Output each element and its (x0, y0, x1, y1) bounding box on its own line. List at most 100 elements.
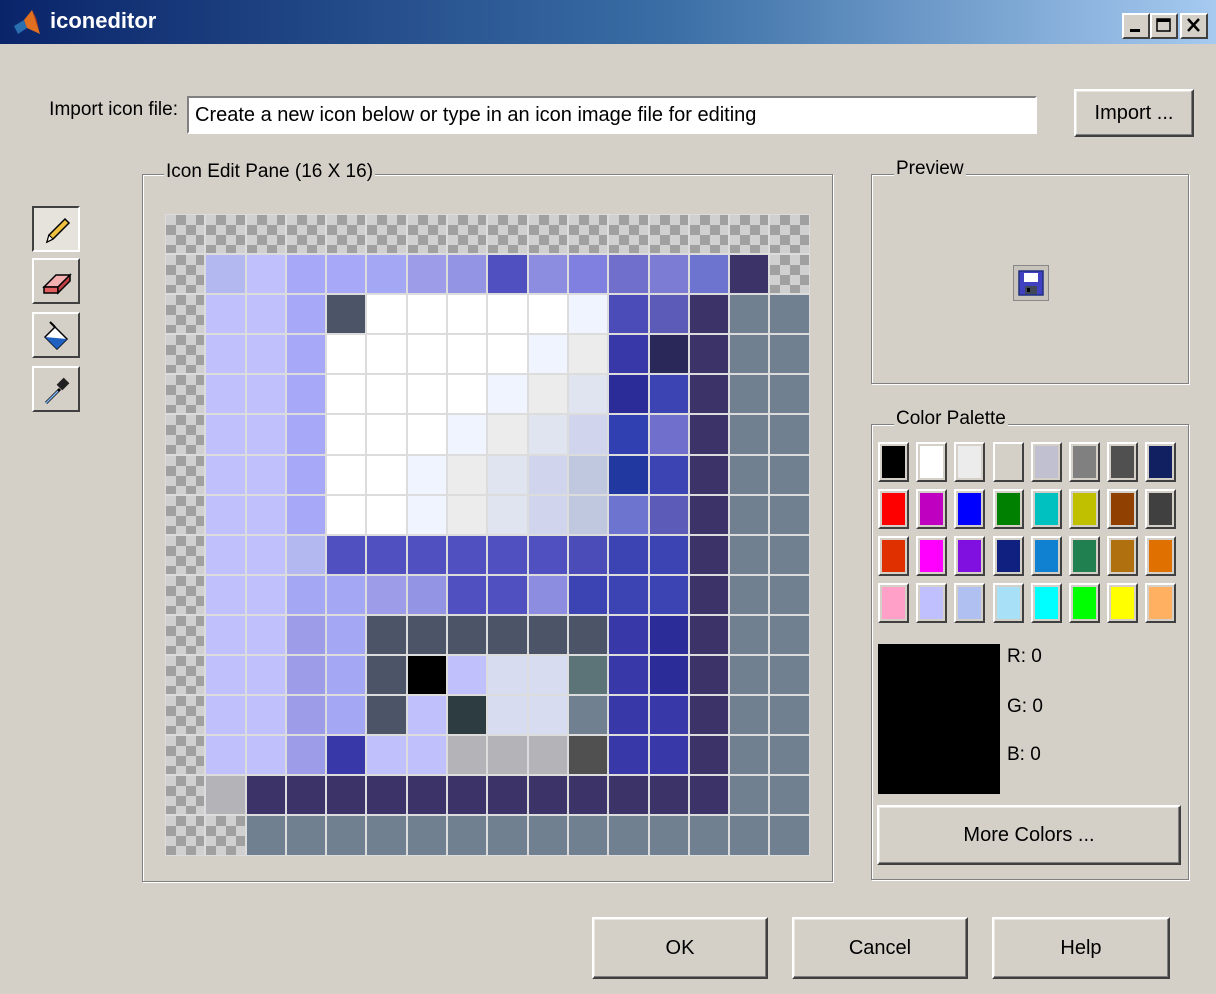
pixel-cell[interactable] (447, 494, 488, 535)
pixel-cell[interactable] (729, 494, 770, 535)
pixel-cell[interactable] (205, 815, 246, 856)
pixel-cell[interactable] (165, 815, 206, 856)
pixel-cell[interactable] (487, 614, 528, 656)
pixel-cell[interactable] (527, 294, 568, 335)
pixel-cell[interactable] (245, 494, 286, 535)
pixel-cell[interactable] (648, 534, 689, 575)
pixel-cell[interactable] (285, 815, 327, 856)
color-swatch[interactable] (954, 536, 986, 576)
color-swatch[interactable] (916, 536, 948, 576)
pixel-cell[interactable] (366, 494, 407, 535)
pixel-cell[interactable] (688, 494, 730, 535)
pixel-cell[interactable] (285, 534, 327, 575)
pixel-cell[interactable] (406, 294, 448, 335)
pixel-cell[interactable] (326, 775, 367, 816)
pixel-cell[interactable] (406, 534, 448, 575)
pixel-cell[interactable] (285, 374, 327, 415)
pixel-cell[interactable] (205, 374, 246, 415)
pixel-cell[interactable] (608, 815, 649, 856)
pixel-cell[interactable] (205, 614, 246, 656)
paint-bucket-tool-button[interactable] (32, 312, 80, 358)
minimize-button[interactable] (1122, 13, 1150, 39)
pixel-cell[interactable] (366, 214, 407, 255)
color-swatch[interactable] (1069, 536, 1100, 576)
color-swatch[interactable] (954, 489, 986, 529)
color-swatch[interactable] (1107, 536, 1139, 576)
pixel-cell[interactable] (769, 655, 810, 696)
color-swatch[interactable] (954, 442, 986, 482)
pixel-cell[interactable] (245, 614, 286, 656)
pixel-cell[interactable] (769, 534, 810, 575)
pixel-cell[interactable] (729, 254, 770, 295)
pixel-cell[interactable] (527, 534, 568, 575)
pixel-cell[interactable] (527, 254, 568, 295)
pixel-cell[interactable] (406, 414, 448, 455)
pixel-cell[interactable] (648, 735, 689, 776)
pixel-cell[interactable] (688, 775, 730, 816)
pixel-cell[interactable] (406, 614, 448, 656)
pixel-cell[interactable] (769, 374, 810, 415)
pixel-cell[interactable] (366, 414, 407, 455)
pixel-cell[interactable] (487, 254, 528, 295)
pixel-cell[interactable] (648, 414, 689, 455)
pixel-cell[interactable] (406, 775, 448, 816)
pixel-cell[interactable] (406, 214, 448, 255)
pixel-cell[interactable] (648, 695, 689, 736)
pixel-cell[interactable] (406, 374, 448, 415)
pixel-cell[interactable] (648, 494, 689, 535)
pixel-cell[interactable] (406, 254, 448, 295)
pixel-cell[interactable] (527, 655, 568, 696)
pixel-cell[interactable] (769, 454, 810, 495)
close-button[interactable] (1180, 13, 1208, 39)
color-swatch[interactable] (1030, 442, 1062, 482)
pixel-cell[interactable] (245, 534, 286, 575)
pixel-cell[interactable] (648, 655, 689, 696)
pixel-cell[interactable] (648, 254, 689, 295)
color-swatch[interactable] (1030, 489, 1062, 529)
pixel-cell[interactable] (729, 534, 770, 575)
pixel-cell[interactable] (729, 294, 770, 335)
pixel-cell[interactable] (326, 214, 367, 255)
pixel-cell[interactable] (729, 454, 770, 495)
pixel-cell[interactable] (285, 454, 327, 495)
pixel-cell[interactable] (487, 735, 528, 776)
color-swatch[interactable] (1069, 489, 1100, 529)
pixel-cell[interactable] (648, 214, 689, 255)
pixel-cell[interactable] (326, 414, 367, 455)
pixel-cell[interactable] (527, 414, 568, 455)
pixel-cell[interactable] (447, 735, 488, 776)
pixel-cell[interactable] (447, 454, 488, 495)
pixel-cell[interactable] (326, 494, 367, 535)
pixel-cell[interactable] (285, 294, 327, 335)
pixel-cell[interactable] (326, 655, 367, 696)
pixel-cell[interactable] (326, 735, 367, 776)
pixel-cell[interactable] (769, 294, 810, 335)
pixel-cell[interactable] (648, 334, 689, 375)
pixel-cell[interactable] (608, 695, 649, 736)
pixel-cell[interactable] (608, 494, 649, 535)
pixel-cell[interactable] (165, 695, 206, 736)
pixel-cell[interactable] (165, 614, 206, 656)
pixel-cell[interactable] (769, 414, 810, 455)
pixel-cell[interactable] (406, 695, 448, 736)
pixel-cell[interactable] (366, 534, 407, 575)
color-swatch[interactable] (1107, 442, 1139, 482)
pixel-cell[interactable] (487, 775, 528, 816)
pixel-cell[interactable] (285, 254, 327, 295)
pixel-cell[interactable] (729, 655, 770, 696)
pixel-cell[interactable] (729, 735, 770, 776)
pixel-cell[interactable] (326, 454, 367, 495)
pixel-cell[interactable] (245, 254, 286, 295)
pixel-cell[interactable] (366, 254, 407, 295)
pencil-tool-button[interactable] (32, 206, 80, 252)
pixel-cell[interactable] (205, 775, 246, 816)
color-swatch[interactable] (878, 489, 909, 529)
pixel-cell[interactable] (366, 614, 407, 656)
pixel-cell[interactable] (366, 374, 407, 415)
pixel-cell[interactable] (165, 655, 206, 696)
color-swatch[interactable] (992, 442, 1024, 482)
pixel-cell[interactable] (608, 775, 649, 816)
pixel-cell[interactable] (366, 655, 407, 696)
pixel-cell[interactable] (366, 574, 407, 615)
pixel-cell[interactable] (608, 214, 649, 255)
